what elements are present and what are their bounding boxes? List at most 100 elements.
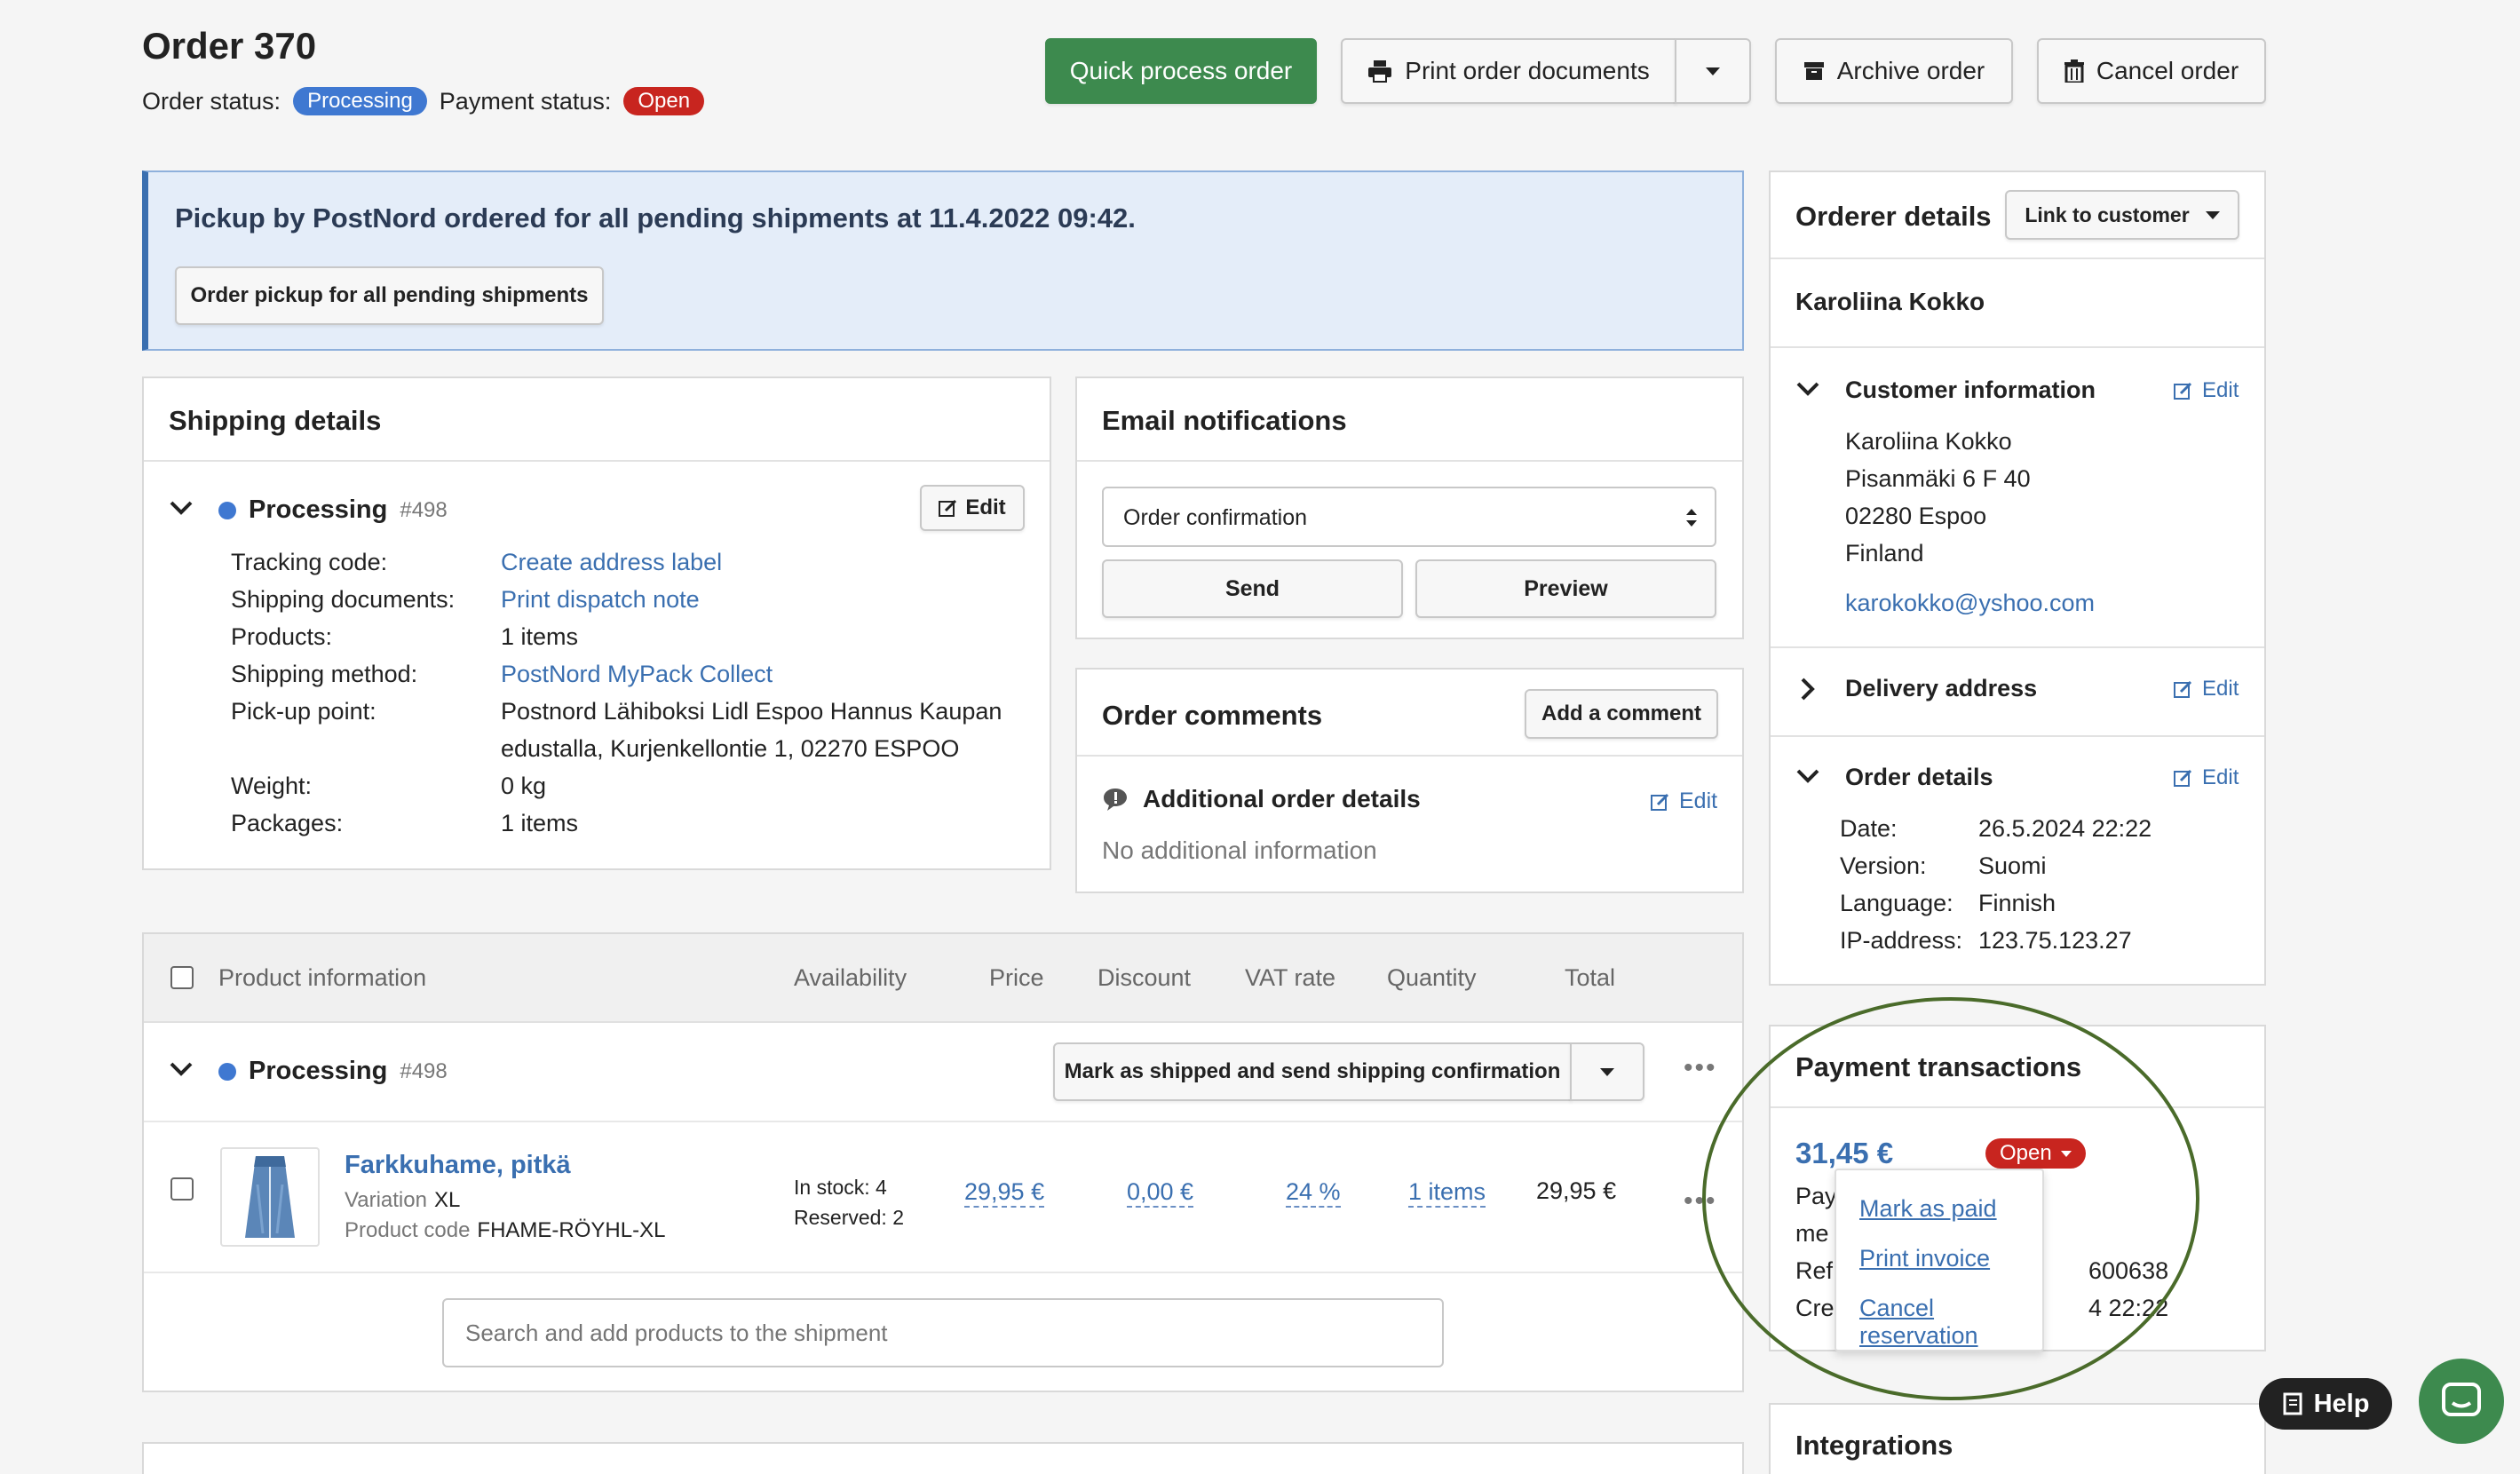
status-row: Order status: Processing Payment status:… (142, 87, 705, 115)
shipping-field-label: Packages: (231, 810, 344, 836)
status-dot (218, 1062, 236, 1081)
divider (1771, 735, 2264, 737)
shipping-field-link[interactable]: Create address label (501, 549, 722, 576)
address-line: Karoliina Kokko (1845, 428, 2012, 455)
edit-icon (2174, 769, 2192, 787)
select-arrows-icon (1686, 509, 1697, 527)
shipping-field-value: 1 items (501, 810, 579, 836)
trash-icon (2064, 59, 2084, 83)
preview-button[interactable]: Preview (1415, 559, 1716, 618)
send-button[interactable]: Send (1102, 559, 1403, 618)
mark-shipped-button[interactable]: Mark as shipped and send shipping confir… (1053, 1042, 1572, 1101)
payment-amount[interactable]: 31,45 € (1795, 1137, 1893, 1170)
email-template-select[interactable]: Order confirmation (1102, 487, 1716, 547)
order-status-label: Order status: (142, 87, 281, 115)
mark-as-paid-item[interactable]: Mark as paid (1859, 1195, 1997, 1223)
product-row-checkbox[interactable] (170, 1177, 194, 1201)
customer-info-edit-link[interactable]: Edit (2174, 378, 2239, 403)
email-notifications-card: Email notifications Order confirmation S… (1075, 376, 1744, 639)
divider (144, 1121, 1742, 1122)
order-comments-card: Order comments Add a comment Additional … (1075, 668, 1744, 893)
chevron-down-icon[interactable] (1795, 380, 1820, 398)
print-documents-button[interactable]: Print order documents (1341, 38, 1676, 104)
integrations-card: Integrations (1769, 1403, 2266, 1474)
order-status-badge: Processing (293, 87, 427, 115)
edit-icon (939, 499, 957, 517)
print-invoice-item[interactable]: Print invoice (1859, 1245, 1990, 1272)
price-value[interactable]: 29,95 € (964, 1177, 1045, 1209)
chevron-down-icon (1706, 67, 1720, 75)
order-detail-value: Finnish (1978, 890, 2056, 916)
payment-status-badge: Open (623, 87, 705, 115)
cancel-reservation-item[interactable]: Cancel reservation (1859, 1295, 2042, 1350)
shipping-field-value: Postnord Lähiboksi Lidl Espoo Hannus Kau… (501, 698, 1002, 725)
shipping-field-label: Weight: (231, 773, 313, 799)
column-header: Quantity (1387, 964, 1477, 991)
order-details-title: Order details (1845, 764, 1993, 790)
additional-edit-link[interactable]: Edit (1651, 789, 1717, 814)
link-customer-button[interactable]: Link to customer (2005, 190, 2239, 240)
chat-button[interactable] (2419, 1359, 2504, 1444)
shipping-field-link[interactable]: PostNord MyPack Collect (501, 661, 773, 688)
edit-icon (2174, 680, 2192, 698)
address-line: Finland (1845, 540, 1924, 567)
help-button[interactable]: Help (2259, 1378, 2392, 1430)
divider (144, 460, 1050, 462)
column-header: Price (989, 964, 1044, 991)
shipping-field-label: Shipping method: (231, 661, 418, 687)
shipping-field-value: 1 items (501, 623, 579, 650)
order-details-edit-link[interactable]: Edit (2174, 765, 2239, 790)
product-variation: Variation XL (345, 1188, 461, 1212)
archive-icon (1803, 62, 1824, 80)
search-products-input[interactable] (442, 1298, 1444, 1367)
chevron-down-icon[interactable] (169, 499, 194, 517)
orderer-title: Orderer details (1795, 201, 1992, 232)
delivery-address-title: Delivery address (1845, 675, 2038, 701)
column-header: Total (1565, 964, 1616, 991)
discount-value[interactable]: 0,00 € (1127, 1177, 1194, 1209)
edit-icon (1651, 793, 1669, 811)
shipping-title: Shipping details (169, 405, 382, 436)
shipping-field-label: Products: (231, 623, 333, 650)
shipping-edit-button[interactable]: Edit (920, 485, 1025, 531)
column-header: VAT rate (1245, 964, 1336, 991)
archive-order-button[interactable]: Archive order (1775, 38, 2013, 104)
address-line: Pisanmäki 6 F 40 (1845, 465, 2031, 492)
column-header: Product information (218, 964, 427, 991)
print-documents-dropdown[interactable] (1675, 38, 1751, 104)
divider (1077, 755, 1742, 757)
select-all-checkbox[interactable] (170, 966, 194, 989)
quantity-value[interactable]: 1 items (1408, 1177, 1486, 1209)
cancel-order-button[interactable]: Cancel order (2037, 38, 2266, 104)
payment-status-dropdown[interactable]: Open (1985, 1138, 2086, 1169)
quick-process-button[interactable]: Quick process order (1045, 38, 1317, 104)
book-icon (2283, 1392, 2302, 1415)
chevron-right-icon[interactable] (1799, 677, 1817, 701)
order-detail-value: 26.5.2024 22:22 (1978, 815, 2152, 842)
mark-shipped-dropdown[interactable] (1570, 1042, 1644, 1101)
additional-details-header: Additional order details (1102, 785, 1421, 813)
chevron-down-icon[interactable] (1795, 767, 1820, 785)
more-options-icon[interactable]: ••• (1684, 1188, 1717, 1215)
payment-partial-4: Cre (1795, 1295, 1835, 1321)
payment-partial-3: Ref (1795, 1257, 1834, 1284)
product-name-link[interactable]: Farkkuhame, pitkä (345, 1151, 571, 1180)
vat-value[interactable]: 24 % (1286, 1177, 1341, 1209)
shipping-field-link[interactable]: Print dispatch note (501, 586, 700, 614)
chevron-down-icon (2060, 1150, 2072, 1157)
speech-bubble-icon (1104, 789, 1127, 811)
delivery-edit-link[interactable]: Edit (2174, 677, 2239, 701)
divider (1771, 646, 2264, 648)
orderer-details-card: Orderer details Link to customer Karolii… (1769, 170, 2266, 986)
add-comment-button[interactable]: Add a comment (1525, 689, 1718, 739)
payment-partial-value-2: 4 22:22 (2088, 1295, 2169, 1321)
order-detail-value: Suomi (1978, 852, 2047, 879)
additional-text: No additional information (1102, 836, 1377, 864)
orderer-name: Karoliina Kokko (1795, 288, 1985, 315)
payment-partial-1: Pay (1795, 1183, 1837, 1209)
chevron-down-icon[interactable] (169, 1060, 194, 1078)
pickup-banner: Pickup by PostNord ordered for all pendi… (142, 170, 1744, 351)
more-options-icon[interactable]: ••• (1684, 1055, 1717, 1082)
customer-email-link[interactable]: karokokko@yshoo.com (1845, 590, 2095, 617)
order-pickup-button[interactable]: Order pickup for all pending shipments (175, 266, 604, 325)
